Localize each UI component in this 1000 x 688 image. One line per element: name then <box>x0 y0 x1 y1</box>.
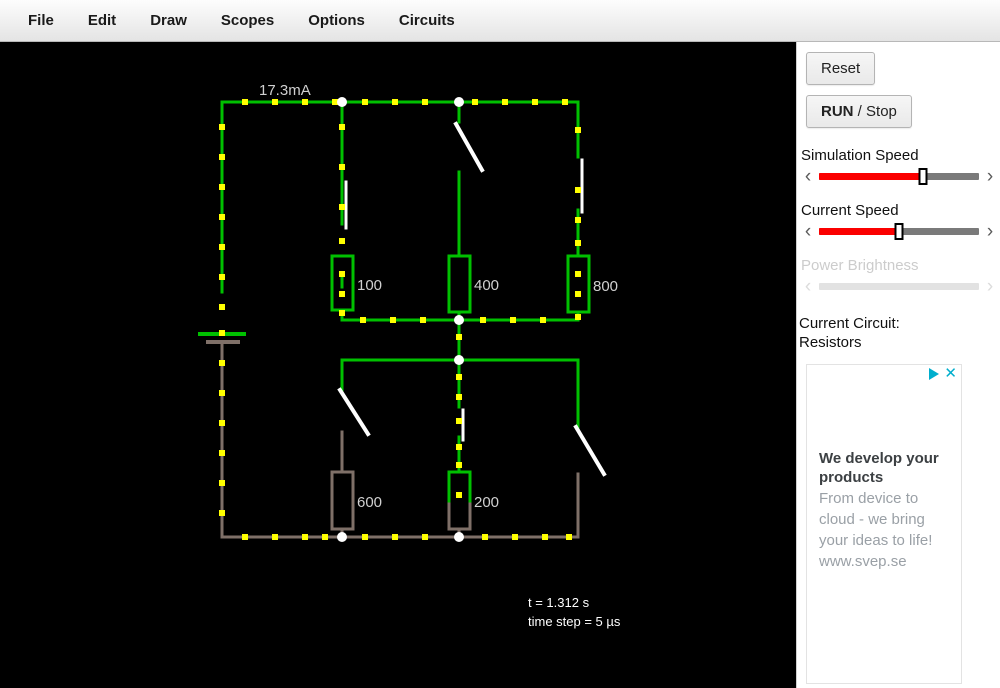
node-top-100 <box>337 97 347 107</box>
node-mid-lower <box>454 355 464 365</box>
ad-controls: ✕ <box>929 366 957 381</box>
live-wire-group <box>198 100 580 474</box>
simulation-speed-increase-icon[interactable]: › <box>981 167 999 186</box>
current-speed-fill <box>819 227 899 235</box>
current-speed-label: Current Speed <box>801 202 899 219</box>
resistor-600-label: 600 <box>357 494 382 511</box>
menu-item-draw[interactable]: Draw <box>136 7 201 34</box>
power-brightness-label: Power Brightness <box>801 257 919 274</box>
menu-item-file[interactable]: File <box>14 7 68 34</box>
simulation-speed-knob[interactable] <box>918 167 928 185</box>
current-speed-track[interactable] <box>819 222 979 240</box>
simulation-speed-decrease-icon[interactable]: ‹ <box>799 167 817 186</box>
reset-button[interactable]: Reset <box>806 52 876 85</box>
ad-text: From device to cloud - we bring your ide… <box>819 490 933 570</box>
run-label: RUN <box>821 103 854 120</box>
resistor-400[interactable] <box>447 254 472 314</box>
simulation-time-readout: t = 1.312 s <box>528 595 590 610</box>
node-bottom-600 <box>337 532 347 542</box>
ad-close-icon[interactable]: ✕ <box>944 366 957 381</box>
stop-label: Stop <box>866 103 897 120</box>
menu-bar: File Edit Draw Scopes Options Circuits <box>0 0 1000 42</box>
switch-400-open[interactable] <box>453 121 485 173</box>
current-circuit-name: Resistors <box>799 334 862 351</box>
resistor-600[interactable] <box>330 470 355 531</box>
current-speed-decrease-icon[interactable]: ‹ <box>799 222 817 241</box>
menu-item-edit[interactable]: Edit <box>74 7 130 34</box>
current-speed-knob[interactable] <box>894 222 904 240</box>
run-stop-button[interactable]: RUN / Stop <box>806 95 912 128</box>
menu-item-scopes[interactable]: Scopes <box>207 7 288 34</box>
simulation-speed-label: Simulation Speed <box>801 147 919 164</box>
dead-wire-group <box>206 340 580 539</box>
circuit-canvas[interactable]: 100 400 800 600 200 17.3mA t = 1.312 s t… <box>0 42 796 688</box>
switch-right-open[interactable] <box>573 424 607 477</box>
current-circuit-title: Current Circuit: <box>799 315 900 332</box>
resistor-200[interactable] <box>447 470 472 531</box>
power-brightness-decrease-icon: ‹ <box>804 275 812 297</box>
ad-body: We develop your products From device to … <box>819 449 953 572</box>
resistor-800[interactable] <box>566 254 591 314</box>
resistor-200-label: 200 <box>474 494 499 511</box>
node-mid-upper <box>454 315 464 325</box>
menu-item-circuits[interactable]: Circuits <box>385 7 469 34</box>
node-top-400 <box>454 97 464 107</box>
current-label: 17.3mA <box>259 82 311 99</box>
simulation-speed-track[interactable] <box>819 167 979 185</box>
app-root: File Edit Draw Scopes Options Circuits 1… <box>0 0 1000 688</box>
simulation-speed-fill <box>819 172 923 180</box>
simulation-speed-group: Simulation Speed ‹ › <box>799 147 999 187</box>
power-brightness-increase-icon: › <box>986 275 994 297</box>
time-step-readout: time step = 5 µs <box>528 614 621 629</box>
menu-item-options[interactable]: Options <box>294 7 379 34</box>
node-bottom-200 <box>454 532 464 542</box>
power-brightness-track <box>819 282 979 290</box>
current-circuit-block: Current Circuit: Resistors <box>799 314 999 352</box>
power-brightness-group: Power Brightness ‹ › <box>799 257 999 297</box>
resistor-800-label: 800 <box>593 278 618 295</box>
advertisement[interactable]: ✕ We develop your products From device t… <box>806 364 962 684</box>
control-panel: Reset RUN / Stop Simulation Speed ‹ › Cu… <box>796 42 1000 688</box>
circuit-diagram: 100 400 800 600 200 17.3mA <box>198 82 618 542</box>
current-speed-increase-icon[interactable]: › <box>981 222 999 241</box>
switch-600-open[interactable] <box>337 387 371 437</box>
resistor-400-label: 400 <box>474 277 499 294</box>
resistor-100-label: 100 <box>357 277 382 294</box>
current-speed-group: Current Speed ‹ › <box>799 202 999 242</box>
ad-title: We develop your products <box>819 450 939 486</box>
ad-choices-icon[interactable] <box>929 368 940 380</box>
run-stop-separator: / <box>853 103 867 120</box>
